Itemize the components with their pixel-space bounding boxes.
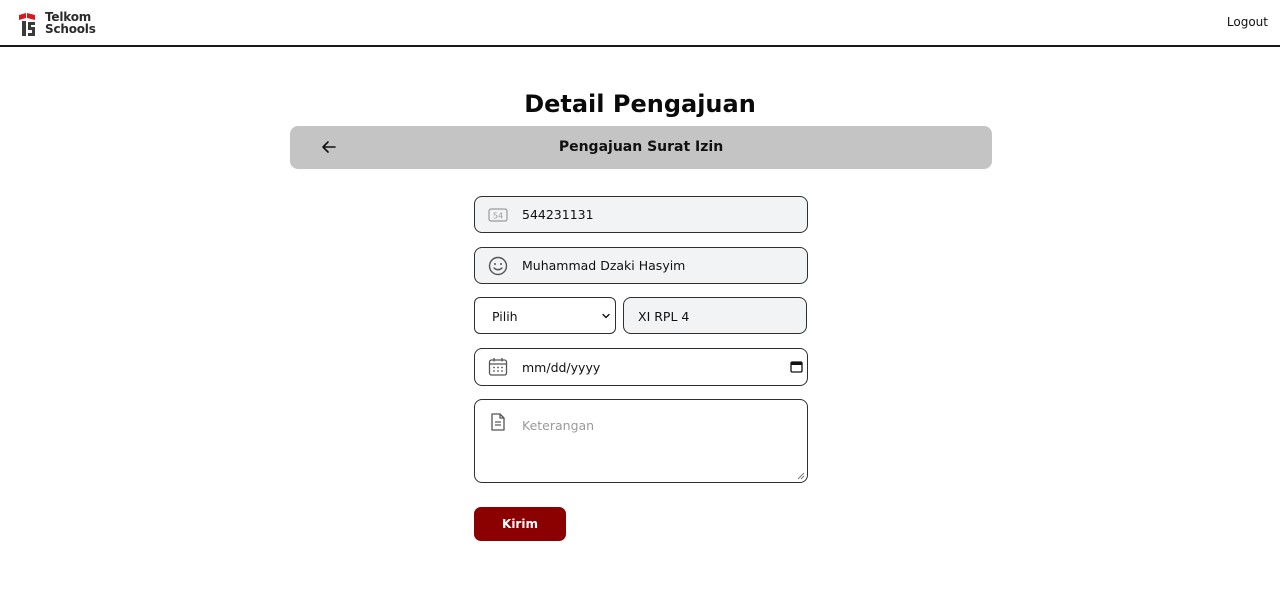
logo-line-2: Schools [45,21,96,36]
page-title: Detail Pengajuan [524,90,756,118]
class-field[interactable]: XI RPL 4 [623,297,807,334]
document-icon [491,413,505,431]
class-value: XI RPL 4 [638,309,690,324]
date-picker-icon[interactable] [790,360,803,373]
telkom-schools-logo[interactable]: Telkom Schools [19,11,99,38]
smiley-face-icon [488,256,508,276]
chevron-down-icon [602,313,610,319]
keterangan-placeholder: Keterangan [522,418,595,433]
id-number-icon: 54 [488,208,508,222]
date-placeholder: mm/dd/yyyy [522,360,601,375]
resize-grip-icon[interactable] [797,472,805,480]
logo-mark-icon [19,13,35,36]
subheader-bar: Pengajuan Surat Izin [290,126,992,169]
nis-value: 544231131 [522,207,594,222]
logout-link[interactable]: Logout [1227,15,1268,29]
type-select[interactable]: Pilih [474,297,616,334]
keterangan-textarea[interactable]: Keterangan [474,399,808,483]
subheader-title: Pengajuan Surat Izin [558,139,724,155]
date-input[interactable]: mm/dd/yyyy [474,348,808,386]
select-value: Pilih [492,309,518,324]
name-value: Muhammad Dzaki Hasyim [522,258,686,273]
calendar-icon [488,358,508,376]
submit-button[interactable]: Kirim [474,507,566,541]
logo-text: Telkom Schools [45,11,96,36]
nis-field[interactable]: 54 544231131 [474,196,808,233]
name-field[interactable]: Muhammad Dzaki Hasyim [474,247,808,284]
top-navbar: Telkom Schools Logout [0,0,1280,47]
id-number-icon-text: 54 [493,212,503,221]
